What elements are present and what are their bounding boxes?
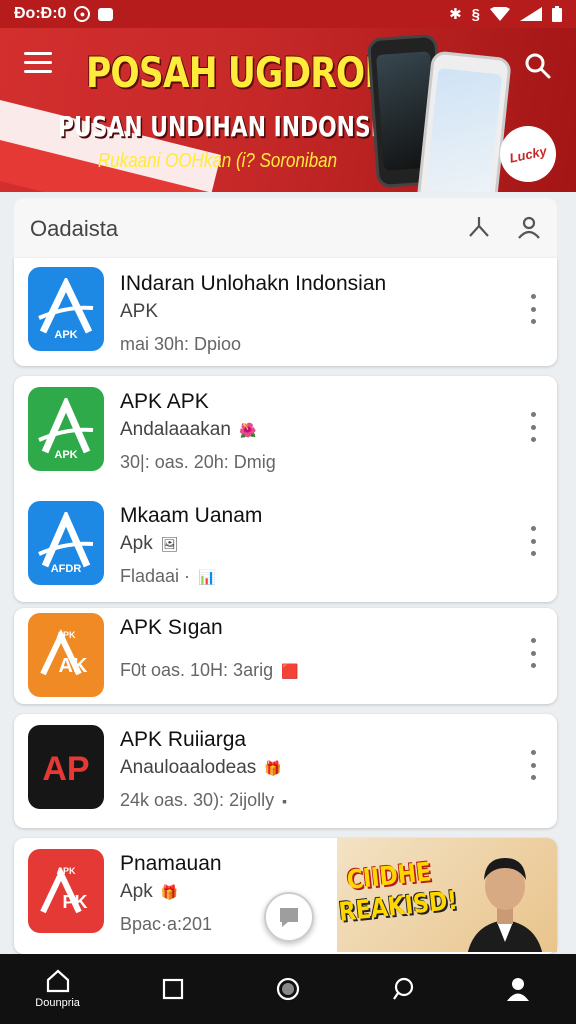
- banner-tagline: Rukaani OOHkan (i? Soroniban: [98, 150, 338, 172]
- gift-icon: 🎁: [160, 884, 179, 900]
- list-item[interactable]: AK APK APK Sıgan F0t oas. 10H: 3arig 🟥: [14, 602, 557, 712]
- app-icon: APK: [28, 267, 104, 351]
- app-icon: AK APK: [28, 613, 104, 697]
- tag-icon: 🟥: [281, 663, 299, 679]
- bluetooth-icon: ✱: [449, 6, 462, 23]
- app-name: APK Sıgan: [120, 616, 223, 639]
- image-icon: 🖼: [160, 536, 179, 552]
- flower-icon: 🌺: [238, 422, 257, 438]
- status-bar: Đo:Đ:0 ● ✱ §: [0, 0, 576, 28]
- svg-text:AK: AK: [59, 655, 88, 677]
- app-meta: Bpac·a:201: [120, 914, 213, 934]
- app-meta: 30|: oas. 20h: Dmig: [120, 452, 276, 472]
- person-photo: [468, 858, 542, 952]
- vibrate-icon: §: [471, 5, 480, 23]
- app-card: AK APK APK Sıgan F0t oas. 10H: 3arig 🟥: [14, 608, 557, 704]
- app-meta: F0t oas. 10H: 3arig 🟥: [120, 660, 299, 680]
- app-meta: Fladaai · 📊: [120, 566, 216, 586]
- share-button[interactable]: [466, 214, 492, 240]
- floating-action-button[interactable]: [264, 892, 314, 942]
- section-title: Oadaista: [30, 216, 119, 241]
- app-name: INdaran Unlohakn Indonsian: [120, 272, 387, 295]
- more-options-button[interactable]: [527, 294, 539, 324]
- more-options-button[interactable]: [527, 526, 539, 556]
- app-name: Mkaam Uanam: [120, 504, 263, 527]
- person-icon: [518, 216, 540, 239]
- more-options-button[interactable]: [527, 750, 539, 780]
- app-icon: AFDR: [28, 501, 104, 585]
- phone-image: [416, 50, 512, 192]
- chat-icon: [393, 977, 414, 1000]
- app-icon: AP: [28, 725, 104, 809]
- bottom-navigation: Dounpria: [0, 954, 576, 1024]
- app-card: APK INdaran Unlohakn Indonsian APK mai 3…: [14, 258, 557, 366]
- svg-text:AFDR: AFDR: [51, 563, 82, 574]
- search-button[interactable]: [524, 52, 552, 80]
- promo-badge: Lucky: [494, 120, 562, 188]
- menu-button[interactable]: [24, 52, 52, 76]
- svg-text:APK: APK: [56, 866, 76, 876]
- nav-item-home[interactable]: Dounpria: [0, 954, 115, 1024]
- app-name: Pnamauan: [120, 852, 222, 875]
- banner-title: POSAH UGDROM: [86, 48, 399, 97]
- chart-icon: 📊: [198, 569, 216, 585]
- app-meta: mai 30h: Dpioo: [120, 334, 242, 354]
- list-item[interactable]: APK INdaran Unlohakn Indonsian APK mai 3…: [14, 258, 557, 368]
- app-card: AP APK Ruiiarga Anauloaalodeas 🎁 24k oas.…: [14, 714, 557, 828]
- more-options-button[interactable]: [527, 412, 539, 442]
- search-icon: [525, 53, 551, 79]
- nav-item-profile[interactable]: [461, 954, 576, 1024]
- message-icon: [98, 7, 114, 21]
- list-item[interactable]: APK APK APK Andalaaakan 🌺 30|: oas. 20h: …: [14, 376, 557, 486]
- home-icon: [46, 969, 69, 993]
- app-card: APK APK APK Andalaaakan 🌺 30|: oas. 20h: …: [14, 376, 557, 602]
- nav-item-messages[interactable]: [346, 954, 461, 1024]
- status-time: Đo:Đ:0: [14, 5, 67, 22]
- list-item[interactable]: AP APK Ruiiarga Anauloaalodeas 🎁 24k oas.…: [14, 714, 557, 824]
- gift-icon: 🎁: [264, 760, 282, 776]
- header-banner: POSAH UGDROM PUSAN UNDIHAN INDONSIA Ruka…: [0, 28, 576, 192]
- app-subtitle: Apk 🎁: [120, 881, 179, 902]
- app-icon: PK APK: [28, 849, 104, 933]
- nav-item-apps[interactable]: [115, 954, 230, 1024]
- app-subtitle: Anauloaalodeas 🎁: [120, 757, 282, 778]
- banner-subtitle: PUSAN UNDIHAN INDONSIA: [58, 110, 396, 143]
- signal-icon: [520, 7, 542, 21]
- account-button[interactable]: [516, 214, 542, 240]
- app-subtitle: Apk 🖼: [120, 533, 179, 554]
- section-header: Oadaista: [14, 198, 557, 258]
- svg-text:APK: APK: [54, 449, 77, 460]
- person-icon: [507, 978, 530, 1001]
- circle-icon: [276, 977, 300, 1001]
- promo-ad[interactable]: CIIDHE REAKISD!: [337, 838, 557, 952]
- nav-label-home: Dounpria: [35, 997, 80, 1009]
- list-item[interactable]: AFDR Mkaam Uanam Apk 🖼 Fladaai · 📊: [14, 490, 557, 600]
- notification-icon: ●: [74, 6, 91, 22]
- more-options-button[interactable]: [527, 638, 539, 668]
- wifi-icon: [490, 7, 510, 21]
- svg-text:AP: AP: [42, 750, 89, 788]
- app-icon: APK: [28, 387, 104, 471]
- app-subtitle: Andalaaakan 🌺: [120, 419, 257, 440]
- svg-text:APK: APK: [56, 630, 76, 640]
- chat-bubble-icon: [280, 908, 298, 927]
- app-meta: 24k oas. 30): 2ijolly ▪: [120, 790, 288, 810]
- app-name: APK Ruiiarga: [120, 728, 247, 751]
- app-name: APK APK: [120, 390, 209, 413]
- svg-text:APK: APK: [54, 329, 77, 340]
- svg-text:PK: PK: [62, 892, 87, 912]
- share-icon: [469, 217, 489, 237]
- calendar-icon: ▪: [282, 793, 288, 809]
- nav-item-discover[interactable]: [230, 954, 345, 1024]
- app-subtitle: APK: [120, 301, 159, 322]
- battery-icon: [552, 6, 562, 22]
- square-icon: [162, 978, 183, 1000]
